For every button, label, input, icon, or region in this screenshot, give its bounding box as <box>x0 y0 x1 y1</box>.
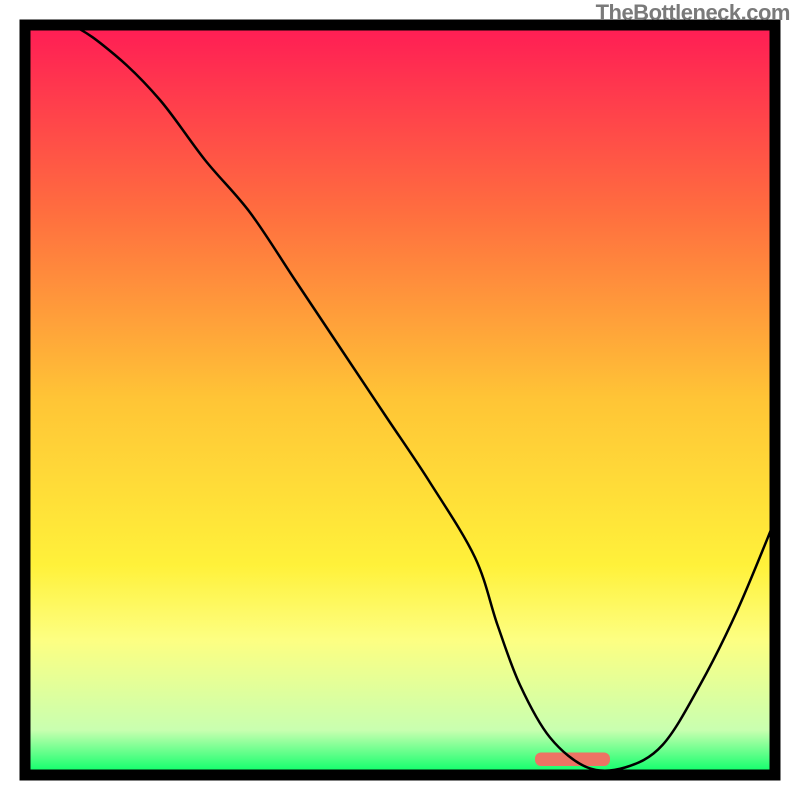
bottleneck-chart: TheBottleneck.com <box>0 0 800 800</box>
watermark-text: TheBottleneck.com <box>596 0 790 26</box>
plot-svg <box>0 0 800 800</box>
plot-background <box>25 25 775 775</box>
